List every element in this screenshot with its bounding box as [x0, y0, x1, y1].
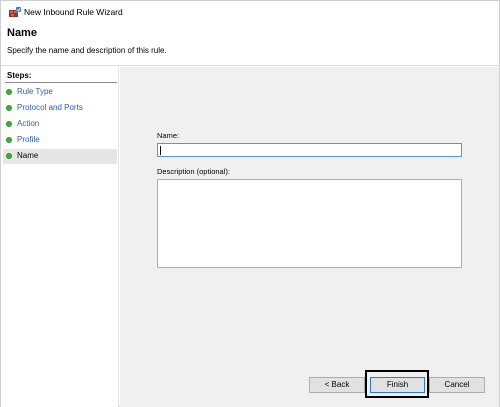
step-name[interactable]: Name: [3, 149, 117, 164]
firewall-wizard-icon: [9, 7, 21, 17]
step-label: Profile: [17, 135, 40, 144]
steps-panel: Steps: Rule Type Protocol and Ports Acti…: [1, 67, 119, 407]
step-status-dot-icon: [6, 105, 12, 111]
step-label: Protocol and Ports: [17, 103, 83, 112]
step-label: Action: [17, 119, 40, 128]
step-label: Rule Type: [17, 87, 53, 96]
name-input[interactable]: [157, 143, 462, 157]
step-status-dot-icon: [6, 153, 12, 159]
steps-heading: Steps:: [7, 71, 32, 80]
cancel-button[interactable]: Cancel: [429, 377, 485, 393]
description-field-label: Description (optional):: [157, 167, 230, 176]
step-protocol-and-ports[interactable]: Protocol and Ports: [3, 101, 117, 116]
page-description: Specify the name and description of this…: [7, 46, 167, 55]
step-status-dot-icon: [6, 121, 12, 127]
description-input[interactable]: [157, 179, 462, 268]
page-title: Name: [7, 27, 37, 39]
content-panel: Name: Description (optional): < Back Fin…: [120, 67, 499, 407]
title-bar: New Inbound Rule Wizard: [1, 1, 499, 23]
window-title: New Inbound Rule Wizard: [24, 7, 123, 17]
step-label: Name: [17, 151, 39, 160]
steps-divider: [5, 82, 117, 83]
back-button[interactable]: < Back: [309, 377, 365, 393]
step-rule-type[interactable]: Rule Type: [3, 85, 117, 100]
step-status-dot-icon: [6, 89, 12, 95]
finish-button[interactable]: Finish: [370, 377, 425, 393]
step-action[interactable]: Action: [3, 117, 117, 132]
text-caret: [160, 146, 161, 155]
wizard-window: New Inbound Rule Wizard Name Specify the…: [0, 0, 500, 407]
page-header: Name Specify the name and description of…: [1, 23, 499, 66]
step-profile[interactable]: Profile: [3, 133, 117, 148]
step-status-dot-icon: [6, 137, 12, 143]
name-field-label: Name:: [157, 131, 180, 140]
